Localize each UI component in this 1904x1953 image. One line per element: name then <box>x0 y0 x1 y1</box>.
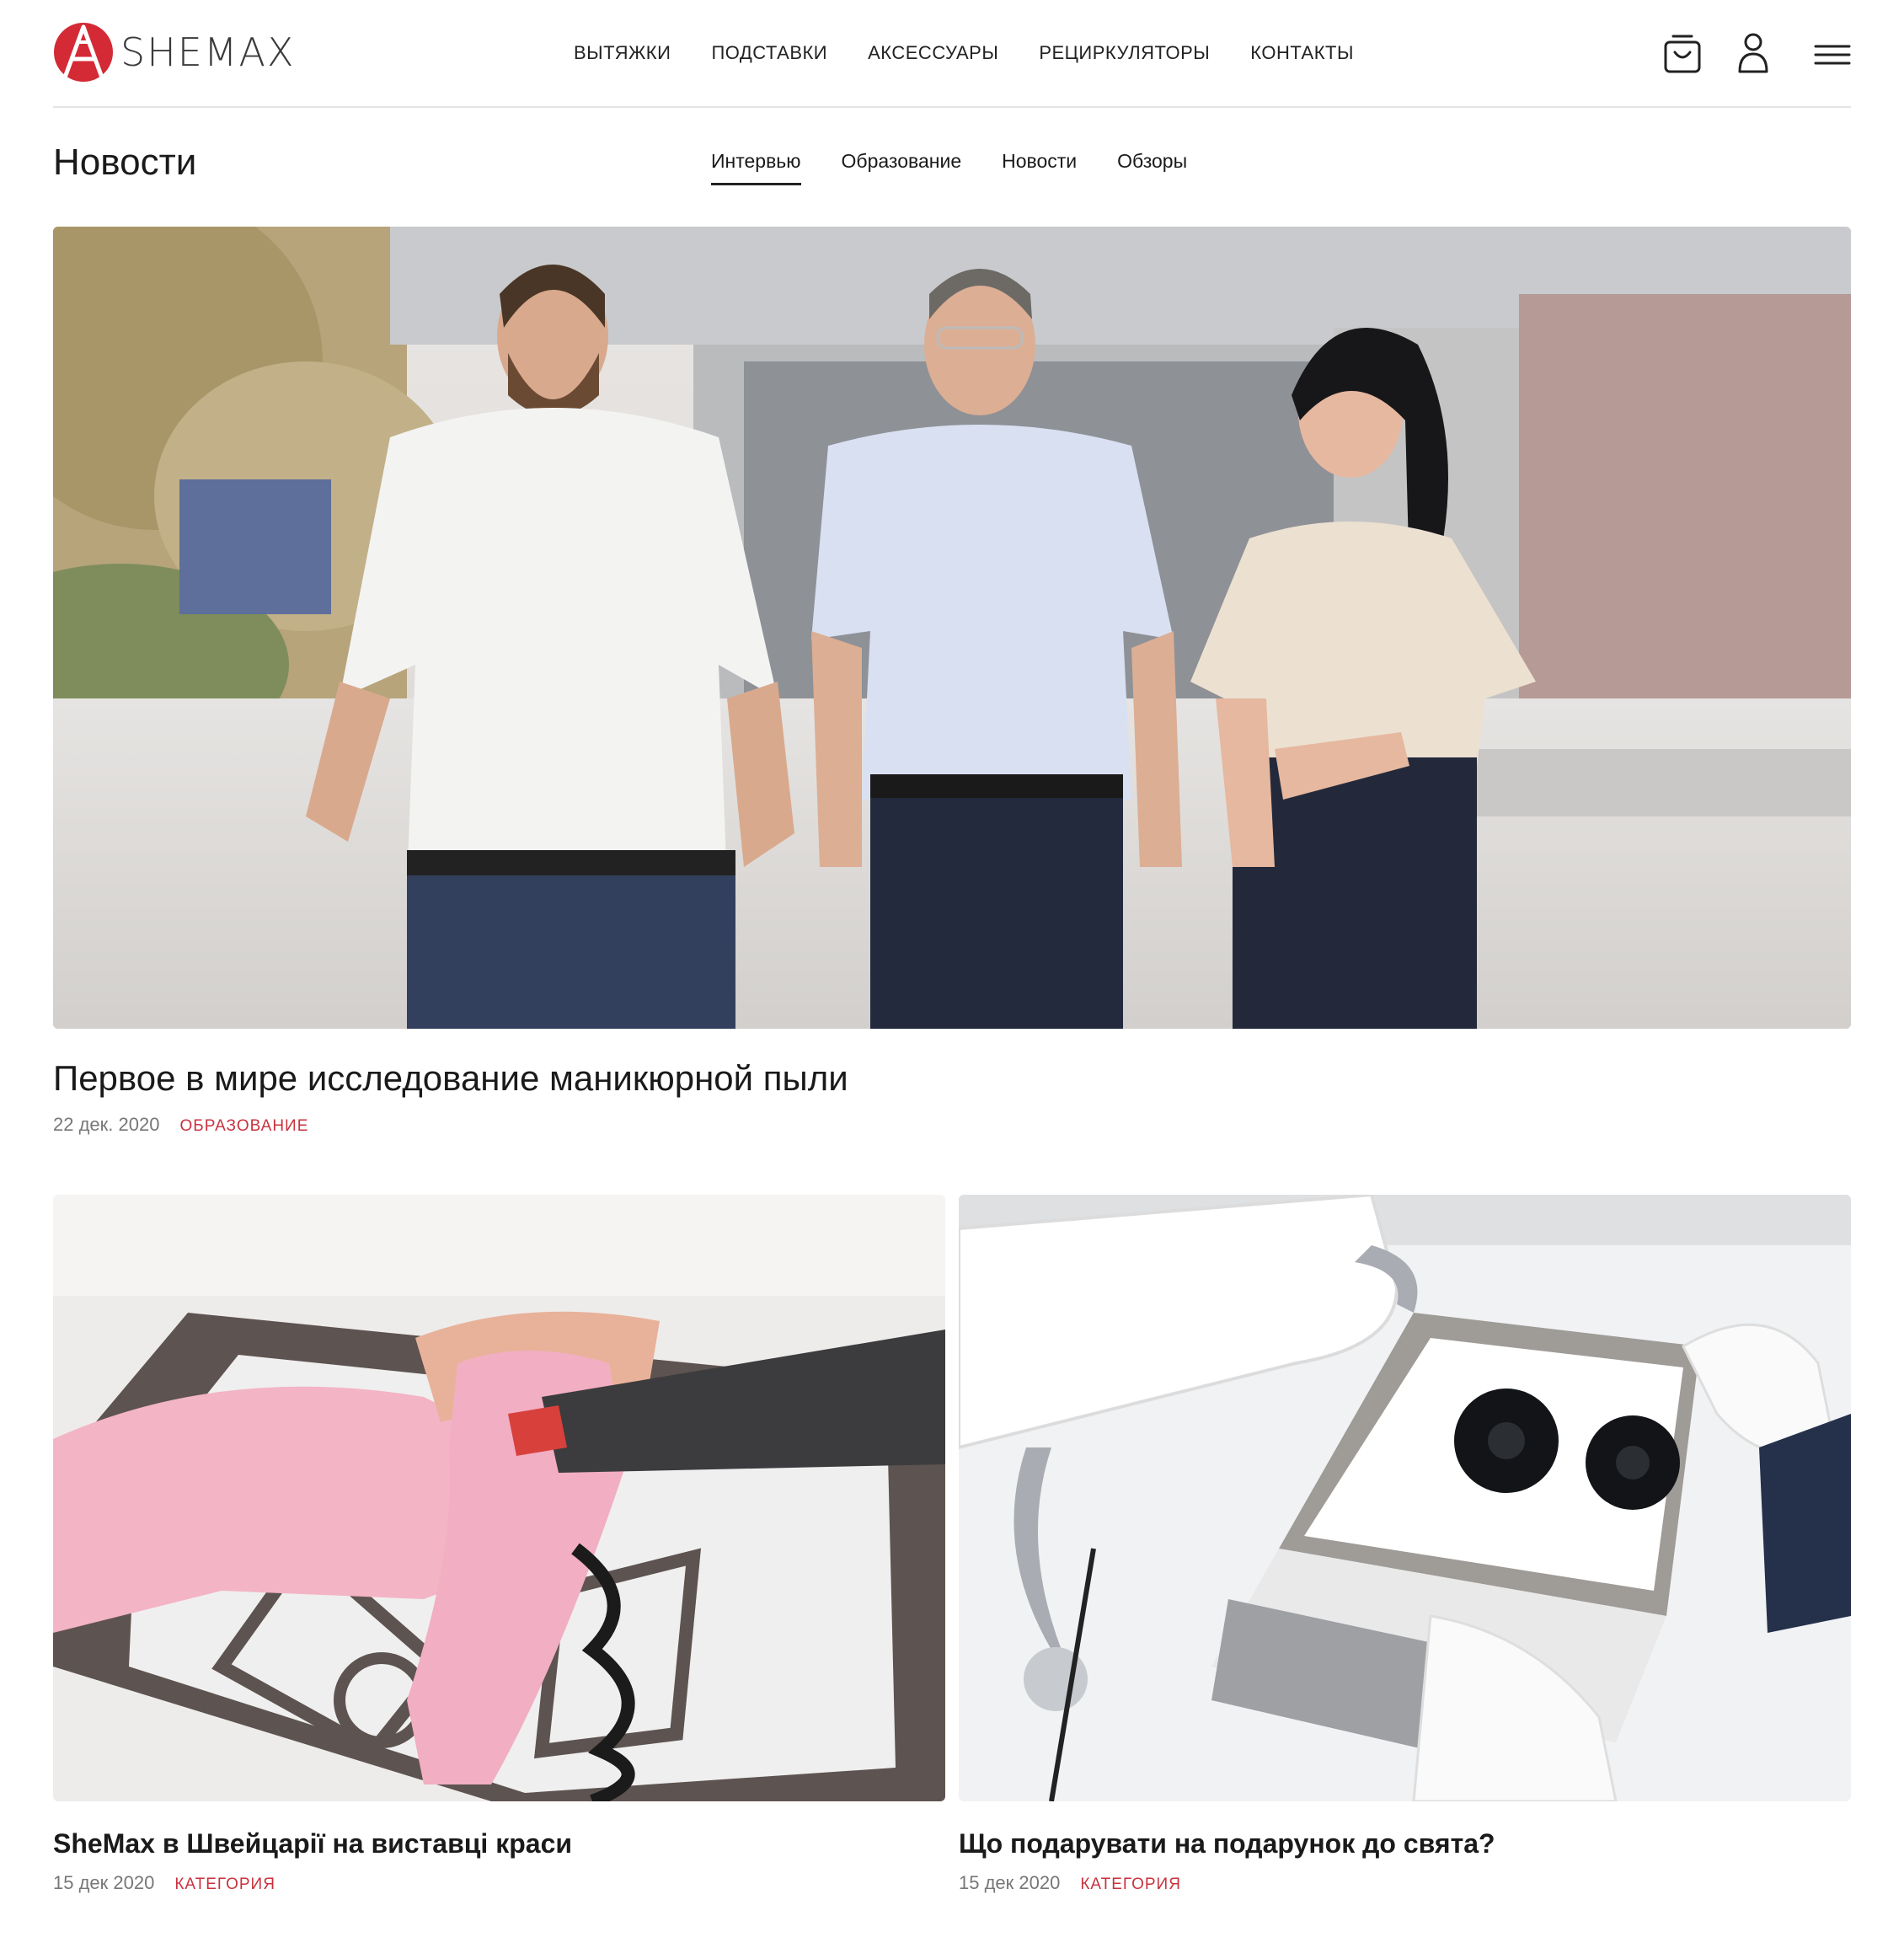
article-date: 15 дек 2020 <box>959 1872 1061 1893</box>
main-nav: ВЫТЯЖКИ ПОДСТАВКИ АКСЕССУАРЫ РЕЦИРКУЛЯТО… <box>574 40 1354 66</box>
featured-article-title[interactable]: Первое в мире исследование маникюрной пы… <box>53 1055 848 1102</box>
cart-icon[interactable] <box>1663 34 1702 74</box>
nav-item-recirculators[interactable]: РЕЦИРКУЛЯТОРЫ <box>1039 40 1210 66</box>
tab-interview[interactable]: Интервью <box>711 148 801 185</box>
article-card-image[interactable] <box>53 1195 945 1801</box>
site-header: SHEMAX ВЫТЯЖКИ ПОДСТАВКИ АКСЕССУАРЫ РЕЦИ… <box>53 0 1851 108</box>
category-tabs: Интервью Образование Новости Обзоры <box>711 148 1187 185</box>
featured-article-date: 22 дек. 2020 <box>53 1114 160 1135</box>
tab-reviews[interactable]: Обзоры <box>1117 148 1187 185</box>
featured-photo <box>53 227 1851 1029</box>
nav-item-contacts[interactable]: КОНТАКТЫ <box>1250 40 1354 66</box>
logo-text: SHEMAX <box>120 29 296 75</box>
article-category[interactable]: КАТЕГОРИЯ <box>174 1875 275 1894</box>
article-category[interactable]: КАТЕГОРИЯ <box>1080 1875 1181 1894</box>
article-photo-manicure <box>53 1195 945 1801</box>
menu-icon[interactable] <box>1814 44 1851 66</box>
article-meta: 15 дек 2020 КАТЕГОРИЯ <box>959 1872 1181 1894</box>
article-title[interactable]: Що подарувати на подарунок до свята? <box>959 1825 1495 1862</box>
tab-education[interactable]: Образование <box>842 148 962 185</box>
nav-item-accessories[interactable]: АКСЕССУАРЫ <box>868 40 998 66</box>
featured-article-meta: 22 дек. 2020 ОБРАЗОВАНИЕ <box>53 1114 308 1136</box>
article-card-image[interactable] <box>959 1195 1851 1801</box>
tab-news[interactable]: Новости <box>1002 148 1077 185</box>
featured-article-image[interactable] <box>53 227 1851 1029</box>
logo-mark-icon <box>54 23 113 82</box>
nav-item-extractors[interactable]: ВЫТЯЖКИ <box>574 40 671 66</box>
featured-article-category[interactable]: ОБРАЗОВАНИЕ <box>179 1117 308 1136</box>
article-date: 15 дек 2020 <box>53 1872 155 1893</box>
page-title: Новости <box>53 142 197 183</box>
article-photo-extractor <box>959 1195 1851 1801</box>
logo[interactable]: SHEMAX <box>53 22 296 83</box>
user-icon[interactable] <box>1736 32 1770 74</box>
article-title[interactable]: SheMax в Швейцарії на виставці краси <box>53 1825 572 1862</box>
nav-item-stands[interactable]: ПОДСТАВКИ <box>711 40 827 66</box>
article-meta: 15 дек 2020 КАТЕГОРИЯ <box>53 1872 275 1894</box>
